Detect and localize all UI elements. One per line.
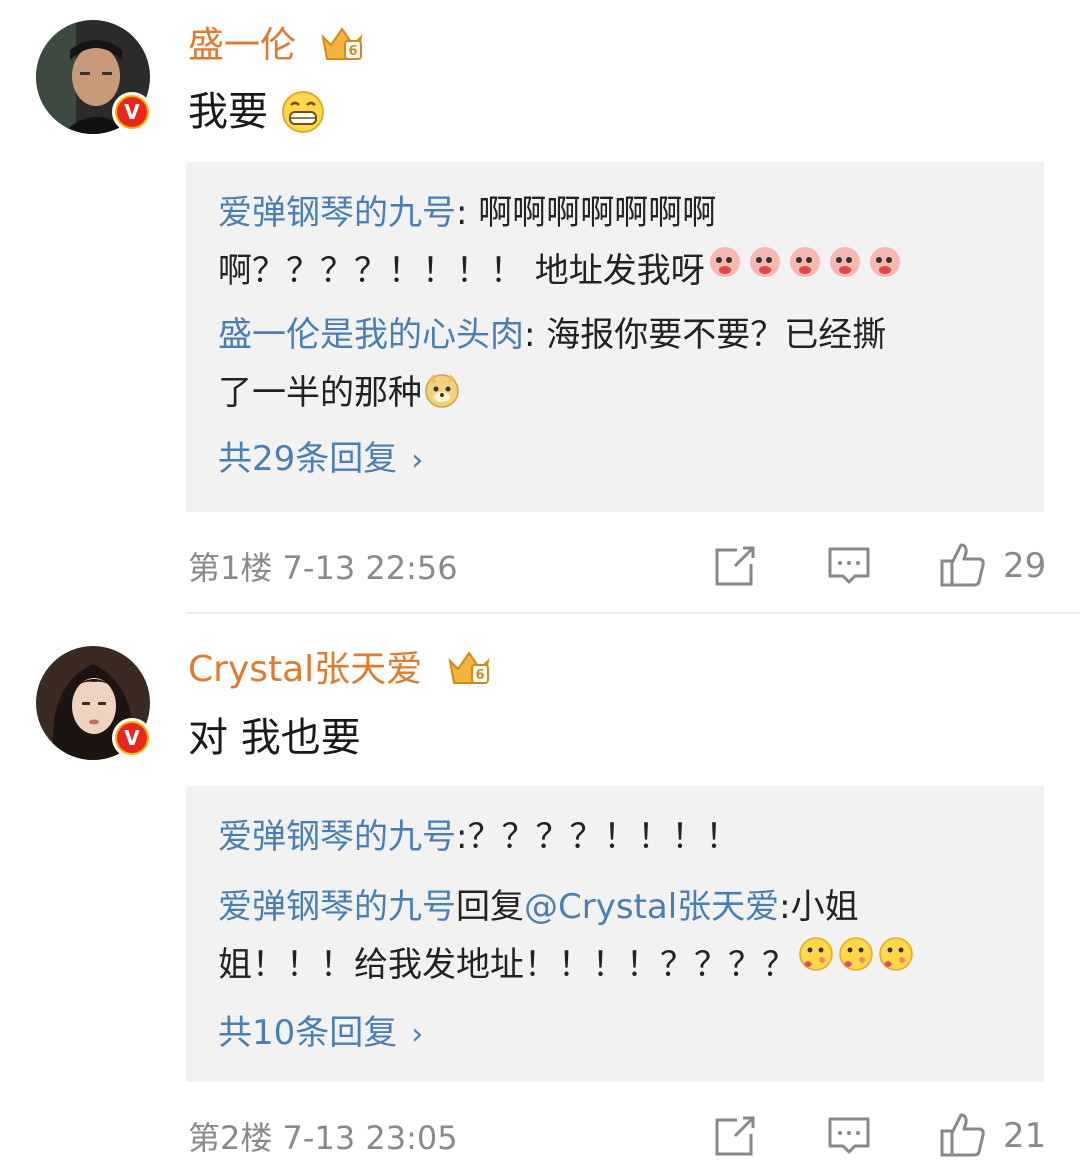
comment-footer: 第1楼 7-13 22:56 29 bbox=[188, 541, 1047, 591]
like-icon[interactable] bbox=[939, 541, 987, 589]
grin-emoji-icon bbox=[281, 91, 324, 133]
comment-icon[interactable] bbox=[827, 1114, 871, 1158]
comment-username[interactable]: 盛一伦 6 bbox=[188, 26, 365, 67]
svg-text:6: 6 bbox=[475, 668, 484, 683]
reply-username[interactable]: 爱弹钢琴的九号 bbox=[218, 887, 456, 927]
share-icon[interactable] bbox=[713, 1114, 757, 1158]
verified-badge-icon: V bbox=[112, 92, 152, 132]
kiss-emoji-icon bbox=[796, 934, 920, 992]
comment-username[interactable]: Crystal张天爱 6 bbox=[188, 650, 492, 691]
view-all-replies-link[interactable]: 共10条回复 › bbox=[218, 1004, 1012, 1064]
like-count: 29 bbox=[1003, 546, 1047, 586]
reply-preview-box[interactable]: 爱弹钢琴的九号:？？？？！！！！ 爱弹钢琴的九号回复@Crystal张天爱:小姐… bbox=[186, 786, 1044, 1082]
mention-link[interactable]: @Crystal张天爱 bbox=[524, 887, 779, 927]
floor-and-time: 第2楼 7-13 23:05 bbox=[188, 1119, 458, 1157]
comment-icon[interactable] bbox=[827, 544, 871, 588]
vip-crown-icon: 6 bbox=[321, 27, 364, 60]
reply-username[interactable]: 爱弹钢琴的九号 bbox=[218, 193, 456, 233]
view-all-replies-link[interactable]: 共29条回复 › bbox=[218, 430, 1012, 490]
like-icon[interactable] bbox=[939, 1111, 987, 1159]
avatar[interactable]: V bbox=[36, 646, 152, 760]
comment-divider bbox=[186, 612, 1080, 614]
doge-emoji-icon bbox=[425, 374, 459, 408]
avatar[interactable]: V bbox=[36, 20, 152, 134]
comment-footer: 第2楼 7-13 23:05 21 bbox=[188, 1111, 1047, 1161]
reply-item: 爱弹钢琴的九号:？？？？！！！！ bbox=[218, 817, 740, 857]
share-icon[interactable] bbox=[713, 544, 757, 588]
chevron-right-icon: › bbox=[411, 442, 424, 478]
vip-crown-icon: 6 bbox=[448, 651, 490, 684]
reply-item: 盛一伦是我的心头肉: 海报你要不要？已经撕 了一半的那种 bbox=[218, 314, 887, 413]
chevron-right-icon: › bbox=[411, 1016, 424, 1052]
reply-username[interactable]: 爱弹钢琴的九号 bbox=[218, 817, 456, 857]
comment-item: V 盛一伦 6 我要 爱弹钢琴的九号: 啊啊啊啊啊啊啊 啊？？？？！！！！ 地址… bbox=[0, 0, 1080, 614]
reply-item: 爱弹钢琴的九号: 啊啊啊啊啊啊啊 啊？？？？！！！！ 地址发我呀 bbox=[218, 184, 1012, 302]
comment-text: 对 我也要 bbox=[188, 715, 361, 761]
reply-username[interactable]: 盛一伦是我的心头肉 bbox=[218, 315, 524, 355]
comment-item: V Crystal张天爱 6 对 我也要 爱弹钢琴的九号:？？？？！！！！ 爱弹… bbox=[0, 630, 1080, 1166]
like-count: 21 bbox=[1003, 1116, 1047, 1156]
comment-text: 我要 bbox=[188, 88, 325, 136]
verified-badge-icon: V bbox=[112, 718, 152, 758]
floor-and-time: 第1楼 7-13 22:56 bbox=[188, 549, 458, 587]
reply-preview-box[interactable]: 爱弹钢琴的九号: 啊啊啊啊啊啊啊 啊？？？？！！！！ 地址发我呀 盛一伦是我的心… bbox=[186, 162, 1044, 512]
pig-emoji-icon bbox=[705, 240, 905, 298]
reply-item: 爱弹钢琴的九号回复@Crystal张天爱:小姐 姐！！！给我发地址！！！！？？？… bbox=[218, 878, 1012, 996]
svg-text:6: 6 bbox=[349, 44, 358, 59]
